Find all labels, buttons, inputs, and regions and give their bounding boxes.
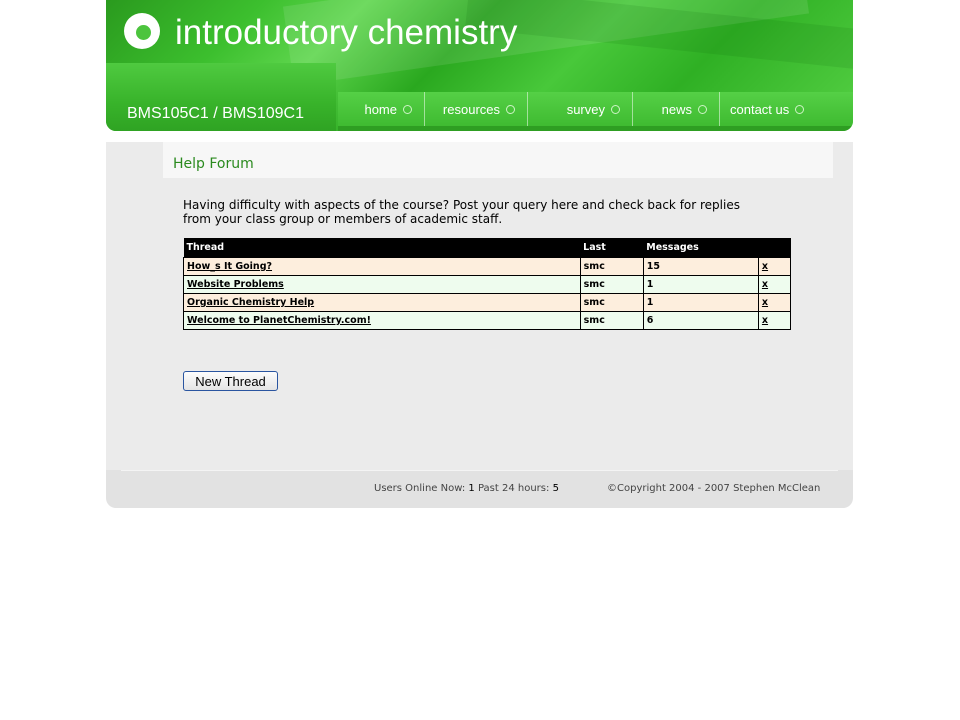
nav-news[interactable]: news [633,92,720,126]
delete-thread-link[interactable]: x [762,261,768,272]
nav-contact-label: contact us [730,101,790,117]
circle-icon [403,104,412,114]
intro-line: Having difficulty with aspects of the co… [183,198,740,212]
delete-thread-link[interactable]: x [762,279,768,290]
past-24-label: Past 24 hours: [477,483,550,494]
circle-icon [611,104,620,114]
thread-link[interactable]: How_s It Going? [187,261,272,272]
users-online-value: 1 [468,483,475,494]
circle-icon [795,104,805,114]
last-poster: smc [579,293,644,312]
nav-home[interactable]: home [338,92,425,126]
nav-news-label: news [661,101,692,117]
delete-thread-link[interactable]: x [762,297,768,308]
nav-survey-label: survey [566,101,605,117]
last-poster: smc [579,275,644,294]
header-thread: Thread [183,238,581,258]
nav-underline [338,126,853,131]
main-nav: home resources survey news contact us [338,92,853,126]
new-thread-button[interactable]: New Thread [183,371,278,391]
table-row: Organic Chemistry Help smc 1 x [183,293,792,312]
nav-contact-us[interactable]: contact us [720,92,853,126]
header-messages: Messages [643,238,759,258]
header-action [758,238,791,258]
table-header-row: Thread Last Messages [183,238,791,258]
threads-table: Thread Last Messages How_s It Going? smc… [183,238,792,330]
last-poster: smc [579,257,644,276]
last-poster: smc [579,311,644,330]
nav-home-label: home [364,101,397,117]
footer-divider [121,470,838,471]
nav-resources-label: resources [442,101,500,117]
delete-thread-link[interactable]: x [762,315,768,326]
logo-icon[interactable] [124,13,160,49]
users-online: Users Online Now: 1 Past 24 hours: 5 [374,483,559,494]
table-row: Website Problems smc 1 x [183,275,792,294]
circle-icon [506,104,515,114]
intro-text: Having difficulty with aspects of the co… [183,198,783,226]
users-online-label: Users Online Now: [374,483,466,494]
table-row: Welcome to PlanetChemistry.com! smc 6 x [183,311,792,330]
thread-link[interactable]: Website Problems [187,279,284,290]
site-header: introductory chemistry BMS105C1 / BMS109… [106,0,853,131]
message-count: 1 [642,293,759,312]
site-footer: Users Online Now: 1 Past 24 hours: 5 ©Co… [106,470,853,508]
circle-icon [698,104,707,114]
message-count: 6 [642,311,759,330]
message-count: 1 [642,275,759,294]
title-bar: Help Forum [163,142,833,178]
site-title: introductory chemistry [175,13,518,52]
nav-resources[interactable]: resources [425,92,528,126]
message-count: 15 [642,257,759,276]
course-code: BMS105C1 / BMS109C1 [127,105,304,122]
nav-survey[interactable]: survey [528,92,633,126]
table-row: How_s It Going? smc 15 x [183,257,792,276]
header-last: Last [580,238,644,258]
thread-link[interactable]: Organic Chemistry Help [187,297,314,308]
copyright-text: ©Copyright 2004 - 2007 Stephen McClean [607,483,821,494]
past-24-value: 5 [552,483,559,494]
intro-line: from your class group or members of acad… [183,212,503,226]
main-content: Help Forum Having difficulty with aspect… [106,142,853,470]
course-panel: BMS105C1 / BMS109C1 [106,63,336,131]
page-title: Help Forum [173,156,254,172]
thread-link[interactable]: Welcome to PlanetChemistry.com! [187,315,371,326]
